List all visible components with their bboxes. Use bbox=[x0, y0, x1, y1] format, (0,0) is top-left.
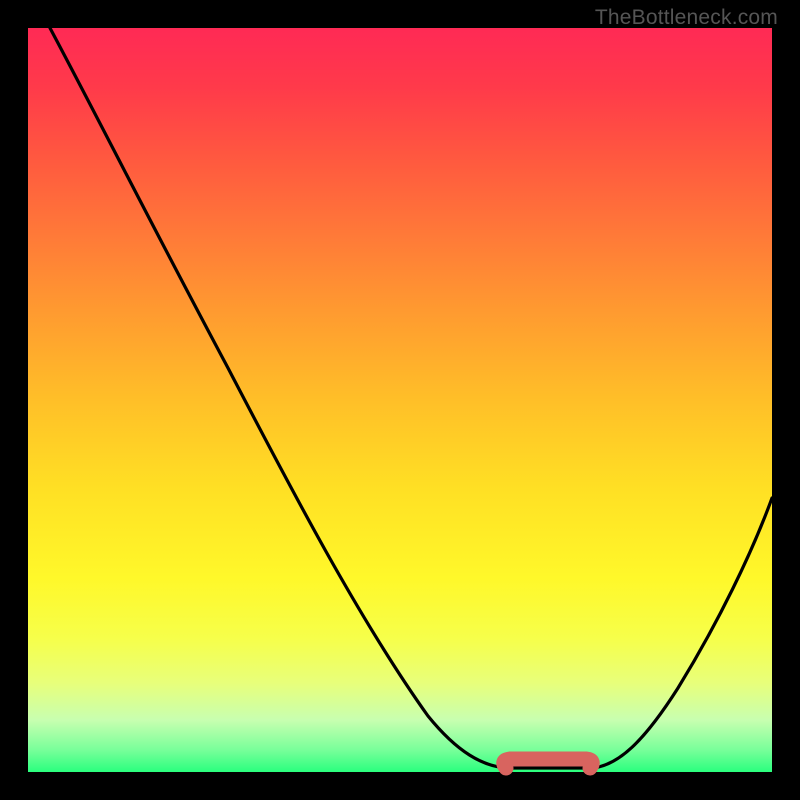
chart-frame bbox=[28, 28, 772, 772]
bottleneck-curve bbox=[50, 28, 772, 768]
chart-plot bbox=[28, 28, 772, 772]
watermark-text: TheBottleneck.com bbox=[595, 6, 778, 30]
